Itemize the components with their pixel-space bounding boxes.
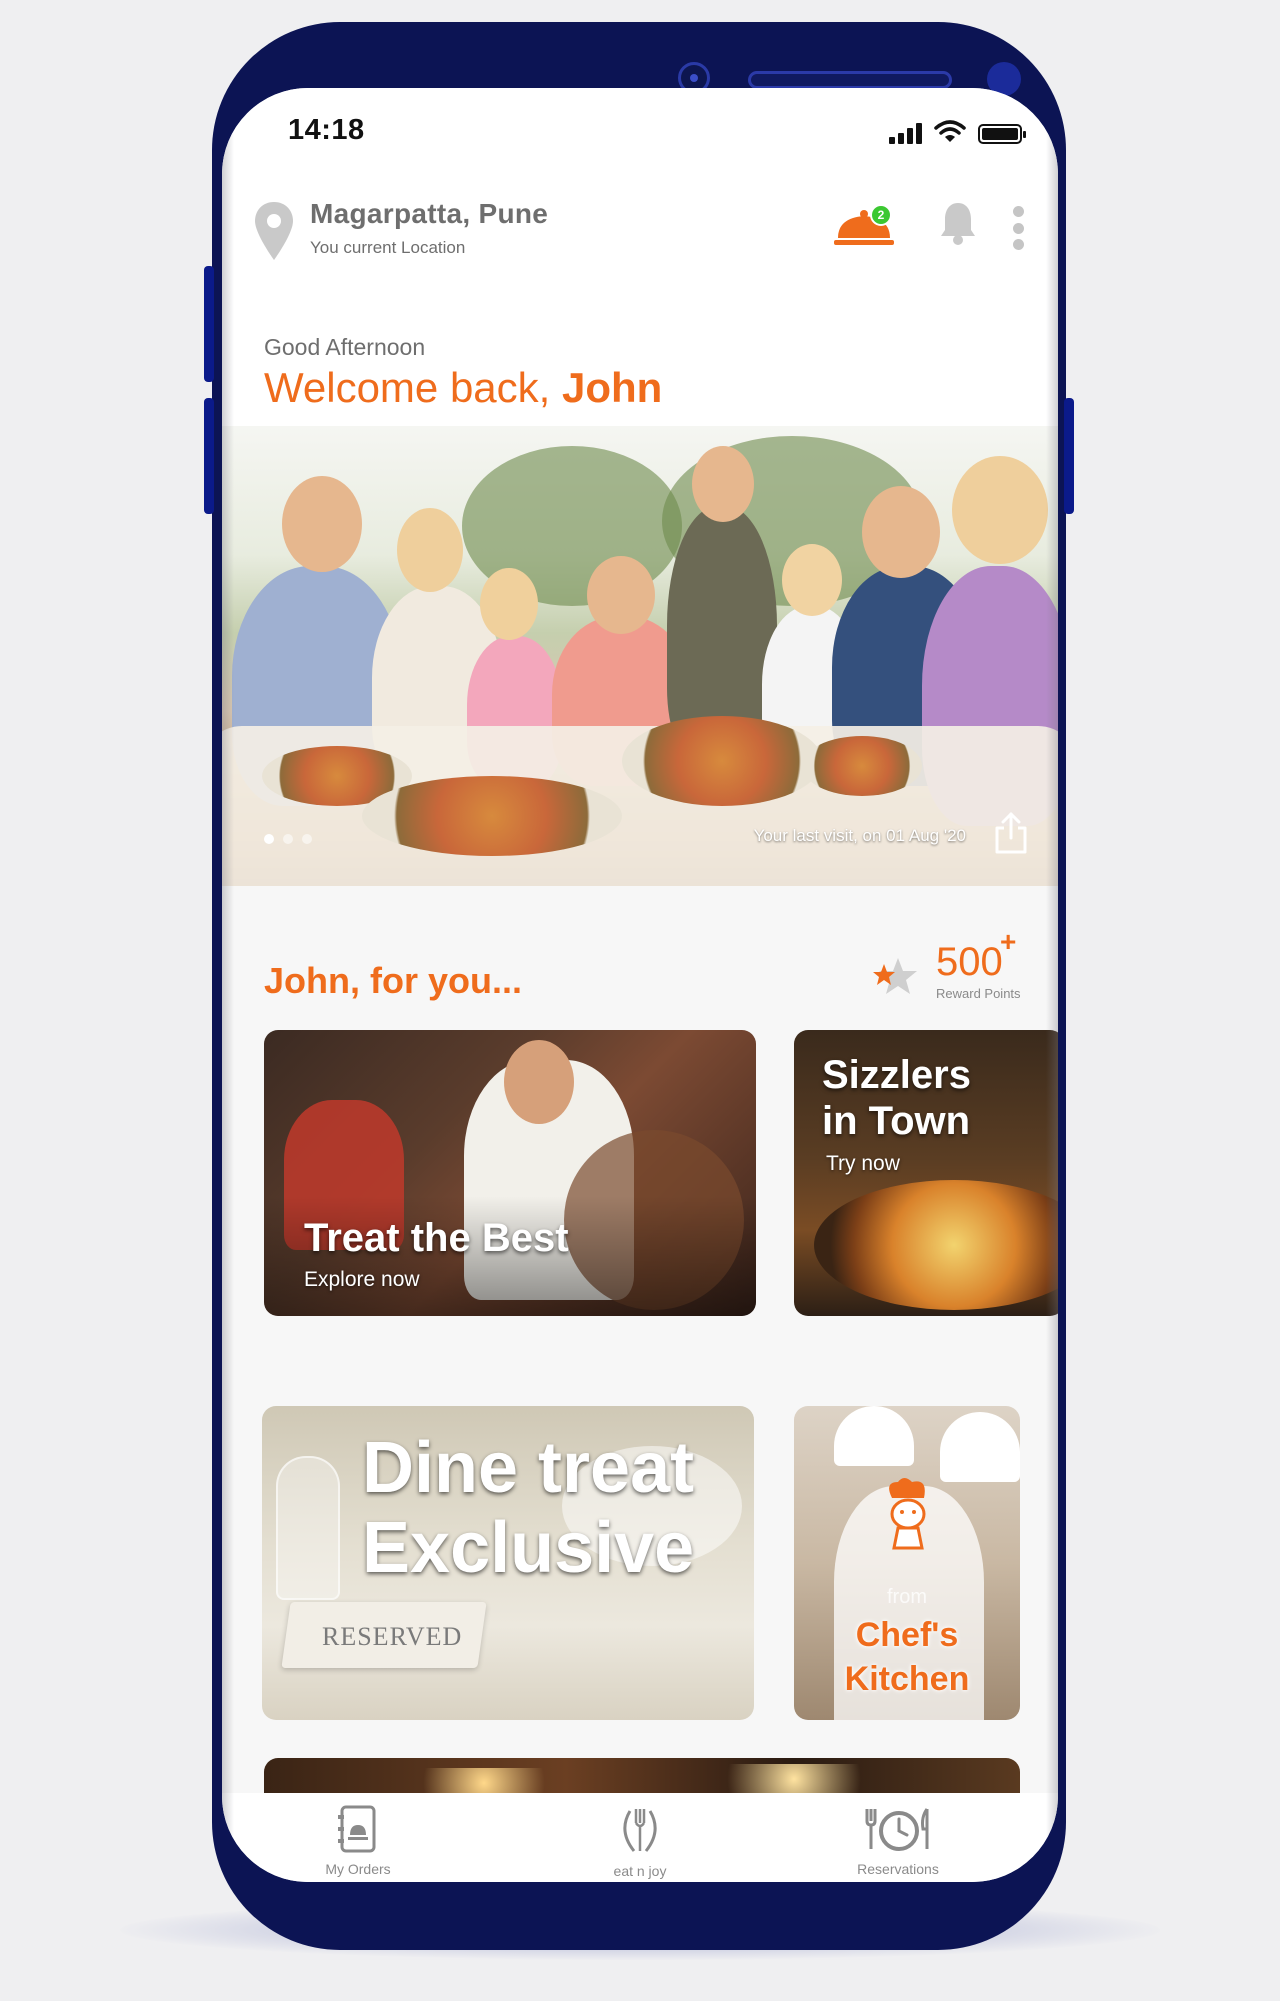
screen-edge-right [1046,88,1058,1882]
status-icons [889,120,1026,144]
card-waiter-head [504,1040,574,1124]
carousel-dot[interactable] [264,834,274,844]
hero-head [692,446,754,522]
reward-points-value[interactable]: 500 [936,940,1003,985]
bell-icon[interactable] [938,200,978,246]
last-visit-text: Your last visit, on 01 Aug '20 [753,826,966,845]
chef-hat [834,1406,914,1466]
welcome-heading: Welcome back, John [264,364,662,412]
card-dine-treat-exclusive[interactable]: RESERVED Dine treat Exclusive [262,1406,754,1720]
hero-dish [362,776,622,856]
card-chefs-kitchen[interactable]: from Chef's Kitchen [794,1406,1020,1720]
orders-badge: 2 [870,204,892,226]
screen-edge-left [222,88,234,1882]
welcome-prefix: Welcome back, [264,364,562,411]
nav-eat-n-joy[interactable]: eat n joy [550,1805,730,1879]
nav-reservations[interactable]: Reservations [808,1805,988,1877]
wifi-icon [934,120,966,142]
hero-head [587,556,655,634]
share-icon[interactable] [994,812,1028,854]
card-title-line2: Exclusive [362,1508,695,1588]
card-sizzlers[interactable]: Sizzlers in Town Try now [794,1030,1058,1316]
for-you-heading: John, for you... [264,960,522,1001]
side-button-left-1 [204,266,214,382]
card-subtitle: Explore now [304,1268,420,1291]
nav-label: Reservations [857,1861,939,1877]
location-pin-icon [255,202,293,260]
nav-my-orders[interactable]: My Orders [268,1805,448,1877]
greeting-line: Good Afternoon [264,334,426,360]
location-subtitle: You current Location [310,238,466,257]
reserved-sign-text: RESERVED [322,1622,463,1651]
signal-icon [889,122,922,144]
hero-head [480,568,538,640]
hero-head [862,486,940,578]
battery-icon [978,124,1026,144]
status-time: 14:18 [288,114,365,146]
welcome-name: John [562,364,663,411]
hero-dish [802,736,922,796]
orders-cloche-button[interactable]: 2 [834,204,894,250]
carousel-dots[interactable] [264,834,312,844]
hero-head [952,456,1048,564]
hero-dish [622,716,822,806]
app-screen: 14:18 Magarpatta, Pune You current Locat… [222,88,1058,1882]
nav-label: My Orders [325,1861,391,1877]
utensils-icon [623,1809,657,1852]
hero-banner[interactable]: Your last visit, on 01 Aug '20 [222,426,1058,886]
location-title[interactable]: Magarpatta, Pune [310,198,548,230]
reward-points-label: Reward Points [936,986,1021,1001]
menu-book-icon [338,1805,376,1853]
card-title: Dine treat Exclusive [362,1428,694,1588]
more-options-icon[interactable] [1012,206,1024,250]
earpiece-speaker [748,71,952,89]
card-wine-glass [276,1456,340,1600]
card-from-label: from [887,1586,927,1608]
hero-head [782,544,842,616]
orders-badge-count: 2 [877,208,885,222]
card-title-line2: in Town [822,1099,971,1143]
card-title-line1: Sizzlers [822,1053,971,1097]
hero-head [282,476,362,572]
chef-icon [889,1478,926,1550]
card-title: Sizzlers in Town [822,1052,971,1144]
card-title: Treat the Best [304,1216,569,1260]
reward-points-plus: + [1000,926,1017,957]
side-button-right [1064,398,1074,514]
nav-label: eat n joy [613,1863,667,1879]
hero-head [397,508,463,592]
card-title-line1: Chef's [855,1616,959,1654]
card-treat-the-best[interactable]: Treat the Best Explore now [264,1030,756,1316]
bottom-navigation: My Orders eat n joy Reservations [222,1793,1058,1882]
chef-hat [940,1412,1020,1482]
card-title-line1: Dine treat [362,1428,695,1508]
carousel-dot[interactable] [302,834,312,844]
card-sizzler-plate [814,1180,1058,1310]
card-lights [684,1764,904,1794]
card-subtitle: Try now [826,1152,900,1175]
clock-cutlery-icon [865,1808,929,1851]
carousel-dot[interactable] [283,834,293,844]
side-button-left-2 [204,398,214,514]
reward-star-icon [873,958,917,994]
card-title-line2: Kitchen [844,1660,970,1698]
